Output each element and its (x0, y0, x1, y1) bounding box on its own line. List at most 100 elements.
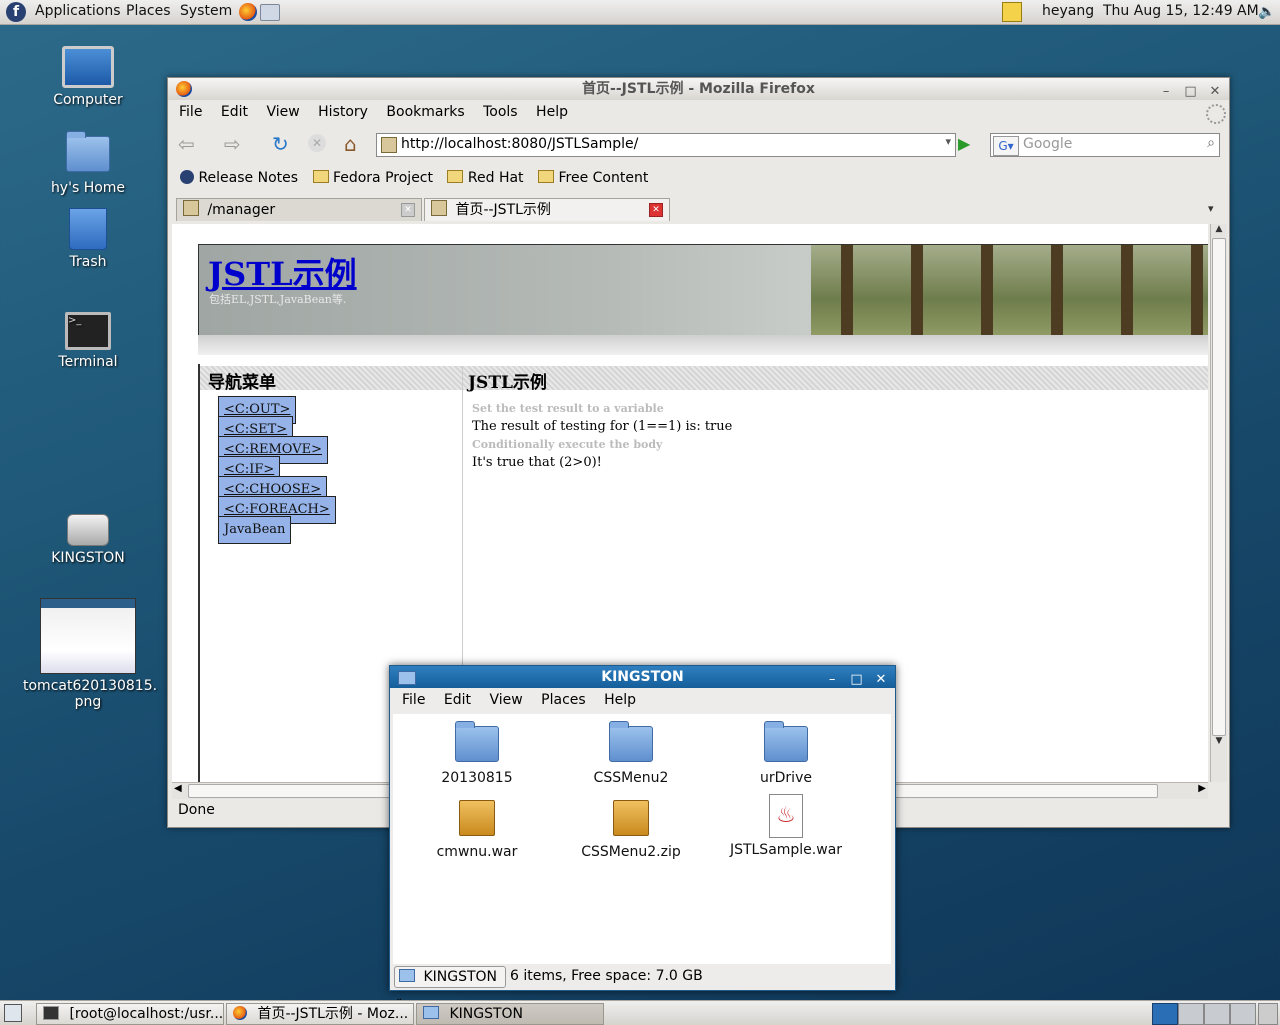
minimize-button[interactable]: – (822, 671, 842, 689)
file-item-20130815[interactable]: 20130815 (407, 721, 547, 786)
top-panel: f Applications Places System heyang Thu … (0, 0, 1280, 25)
bookmarks-toolbar: Release Notes Fedora Project Red Hat Fre… (180, 170, 648, 186)
site-title-link[interactable]: JSTL示例 (208, 249, 357, 295)
url-bar[interactable]: http://localhost:8080/JSTLSample/ ▾ (376, 133, 956, 157)
home-folder-icon (66, 131, 110, 172)
show-desktop-icon[interactable] (4, 1004, 22, 1022)
desktop-icon-terminal[interactable]: >_ Terminal (33, 312, 143, 370)
forest-image (811, 245, 1208, 335)
bookmark-fedora-project[interactable]: Fedora Project (312, 170, 438, 186)
folder-icon (423, 1006, 439, 1019)
maximize-button[interactable]: □ (1181, 83, 1201, 101)
applications-menu[interactable]: Applications (35, 3, 121, 19)
tab-jstl-sample[interactable]: 首页--JSTL示例 ✕ (424, 198, 670, 221)
close-button[interactable]: ✕ (871, 671, 891, 689)
fedora-logo-icon[interactable]: f (6, 2, 26, 22)
location-dropdown[interactable]: KINGSTON ⌄ (394, 966, 506, 1004)
places-menu[interactable]: Places (126, 3, 171, 19)
taskbar-item-firefox[interactable]: 首页--JSTL示例 - Moz... (226, 1003, 414, 1025)
desktop-icon-home[interactable]: hy's Home (33, 130, 143, 196)
menu-history[interactable]: History (318, 104, 368, 120)
stop-button[interactable]: ✕ (308, 134, 326, 152)
search-magnifier-icon[interactable]: ⌕ (1207, 135, 1215, 151)
desktop-icon-computer[interactable]: Computer (33, 46, 143, 108)
firefox-titlebar[interactable]: 首页--JSTL示例 - Mozilla Firefox – □ ✕ (168, 78, 1229, 100)
workspace-4[interactable] (1230, 1003, 1256, 1025)
tab-close-icon[interactable]: ✕ (401, 203, 415, 217)
scroll-down-icon[interactable]: ▼ (1211, 736, 1227, 750)
maximize-button[interactable]: □ (847, 671, 867, 689)
workspace-2[interactable] (1178, 1003, 1204, 1025)
folder-icon (399, 969, 415, 982)
file-item-cssmenu2-zip[interactable]: CSSMenu2.zip (561, 800, 701, 860)
bookmark-red-hat[interactable]: Red Hat (447, 170, 528, 186)
tab-manager[interactable]: /manager ✕ (176, 198, 422, 221)
forward-button[interactable]: ⇨ (224, 132, 241, 156)
left-border (198, 364, 200, 782)
volume-icon[interactable]: 🔈 (1258, 4, 1275, 20)
reload-button[interactable]: ↻ (272, 132, 289, 156)
folder-icon (538, 170, 555, 183)
menu-help[interactable]: Help (536, 104, 568, 120)
file-item-jstlsample-war[interactable]: ♨ JSTLSample.war (716, 794, 856, 858)
clock[interactable]: Thu Aug 15, 12:49 AM (1103, 3, 1259, 19)
trash-applet-icon[interactable] (1258, 1003, 1278, 1025)
menu-view[interactable]: View (266, 104, 299, 120)
scroll-up-icon[interactable]: ▲ (1211, 224, 1227, 238)
scroll-right-icon[interactable]: ▶ (1198, 783, 1206, 794)
bookmark-free-content[interactable]: Free Content (538, 170, 648, 186)
menu-places[interactable]: Places (541, 692, 586, 708)
search-bar[interactable]: G▾ Google ⌕ (990, 133, 1220, 157)
file-item-cmwnu-war[interactable]: cmwnu.war (407, 800, 547, 860)
desktop-icon-screenshot[interactable]: tomcat620130815. png (23, 598, 157, 710)
tab-list-icon[interactable]: ▾ (1208, 202, 1214, 215)
bookmark-release-notes[interactable]: Release Notes (180, 170, 303, 186)
bottom-panel: [root@localhost:/usr... 首页--JSTL示例 - Moz… (0, 1000, 1280, 1025)
page-favicon-icon (381, 137, 397, 153)
menu-edit[interactable]: Edit (221, 104, 248, 120)
menu-file[interactable]: File (179, 104, 202, 120)
home-button[interactable]: ⌂ (344, 132, 357, 156)
vertical-scrollbar[interactable]: ▲ ▼ (1210, 224, 1227, 782)
menu-view[interactable]: View (489, 692, 522, 708)
taskbar-item-kingston[interactable]: KINGSTON (416, 1003, 604, 1025)
notes-icon[interactable] (1002, 2, 1022, 22)
folder-icon (447, 170, 464, 183)
menu-help[interactable]: Help (604, 692, 636, 708)
user-name[interactable]: heyang (1042, 3, 1094, 19)
back-button[interactable]: ⇦ (178, 132, 195, 156)
tab-close-icon[interactable]: ✕ (649, 203, 663, 217)
firefox-launcher-icon[interactable] (239, 3, 257, 21)
menu-bookmarks[interactable]: Bookmarks (386, 104, 464, 120)
scroll-thumb[interactable] (1212, 238, 1226, 736)
google-icon[interactable]: G▾ (993, 136, 1019, 156)
mail-launcher-icon[interactable] (260, 4, 280, 21)
scroll-left-icon[interactable]: ◀ (174, 783, 182, 794)
firefox-icon (176, 81, 192, 97)
file-label: urDrive (760, 770, 812, 786)
folder-icon (764, 721, 808, 762)
file-label: CSSMenu2.zip (581, 844, 681, 860)
menu-tools[interactable]: Tools (483, 104, 518, 120)
taskbar-label: KINGSTON (449, 1006, 524, 1022)
system-menu[interactable]: System (180, 3, 232, 19)
minimize-button[interactable]: – (1156, 83, 1176, 101)
menu-edit[interactable]: Edit (444, 692, 471, 708)
taskbar-label: [root@localhost:/usr... (69, 1006, 224, 1022)
nav-link-javabean[interactable]: JavaBean (218, 516, 292, 544)
desktop-icon-kingston[interactable]: KINGSTON (33, 514, 143, 566)
menu-file[interactable]: File (402, 692, 425, 708)
firefox-menubar: File Edit View History Bookmarks Tools H… (179, 104, 582, 120)
taskbar-item-terminal[interactable]: [root@localhost:/usr... (36, 1003, 224, 1025)
file-item-cssmenu2[interactable]: CSSMenu2 (561, 721, 701, 786)
url-dropdown-icon[interactable]: ▾ (945, 135, 951, 148)
workspace-3[interactable] (1204, 1003, 1230, 1025)
folder-icon (398, 671, 416, 685)
workspace-1[interactable] (1152, 1003, 1178, 1025)
main-body: Set the test result to a variable The re… (472, 400, 732, 472)
go-button[interactable]: ▶ (958, 134, 978, 154)
desktop-icon-trash[interactable]: Trash (33, 208, 143, 270)
file-item-urdrive[interactable]: urDrive (716, 721, 856, 786)
close-button[interactable]: ✕ (1205, 83, 1225, 101)
file-manager-titlebar[interactable]: KINGSTON – □ ✕ (390, 666, 895, 688)
